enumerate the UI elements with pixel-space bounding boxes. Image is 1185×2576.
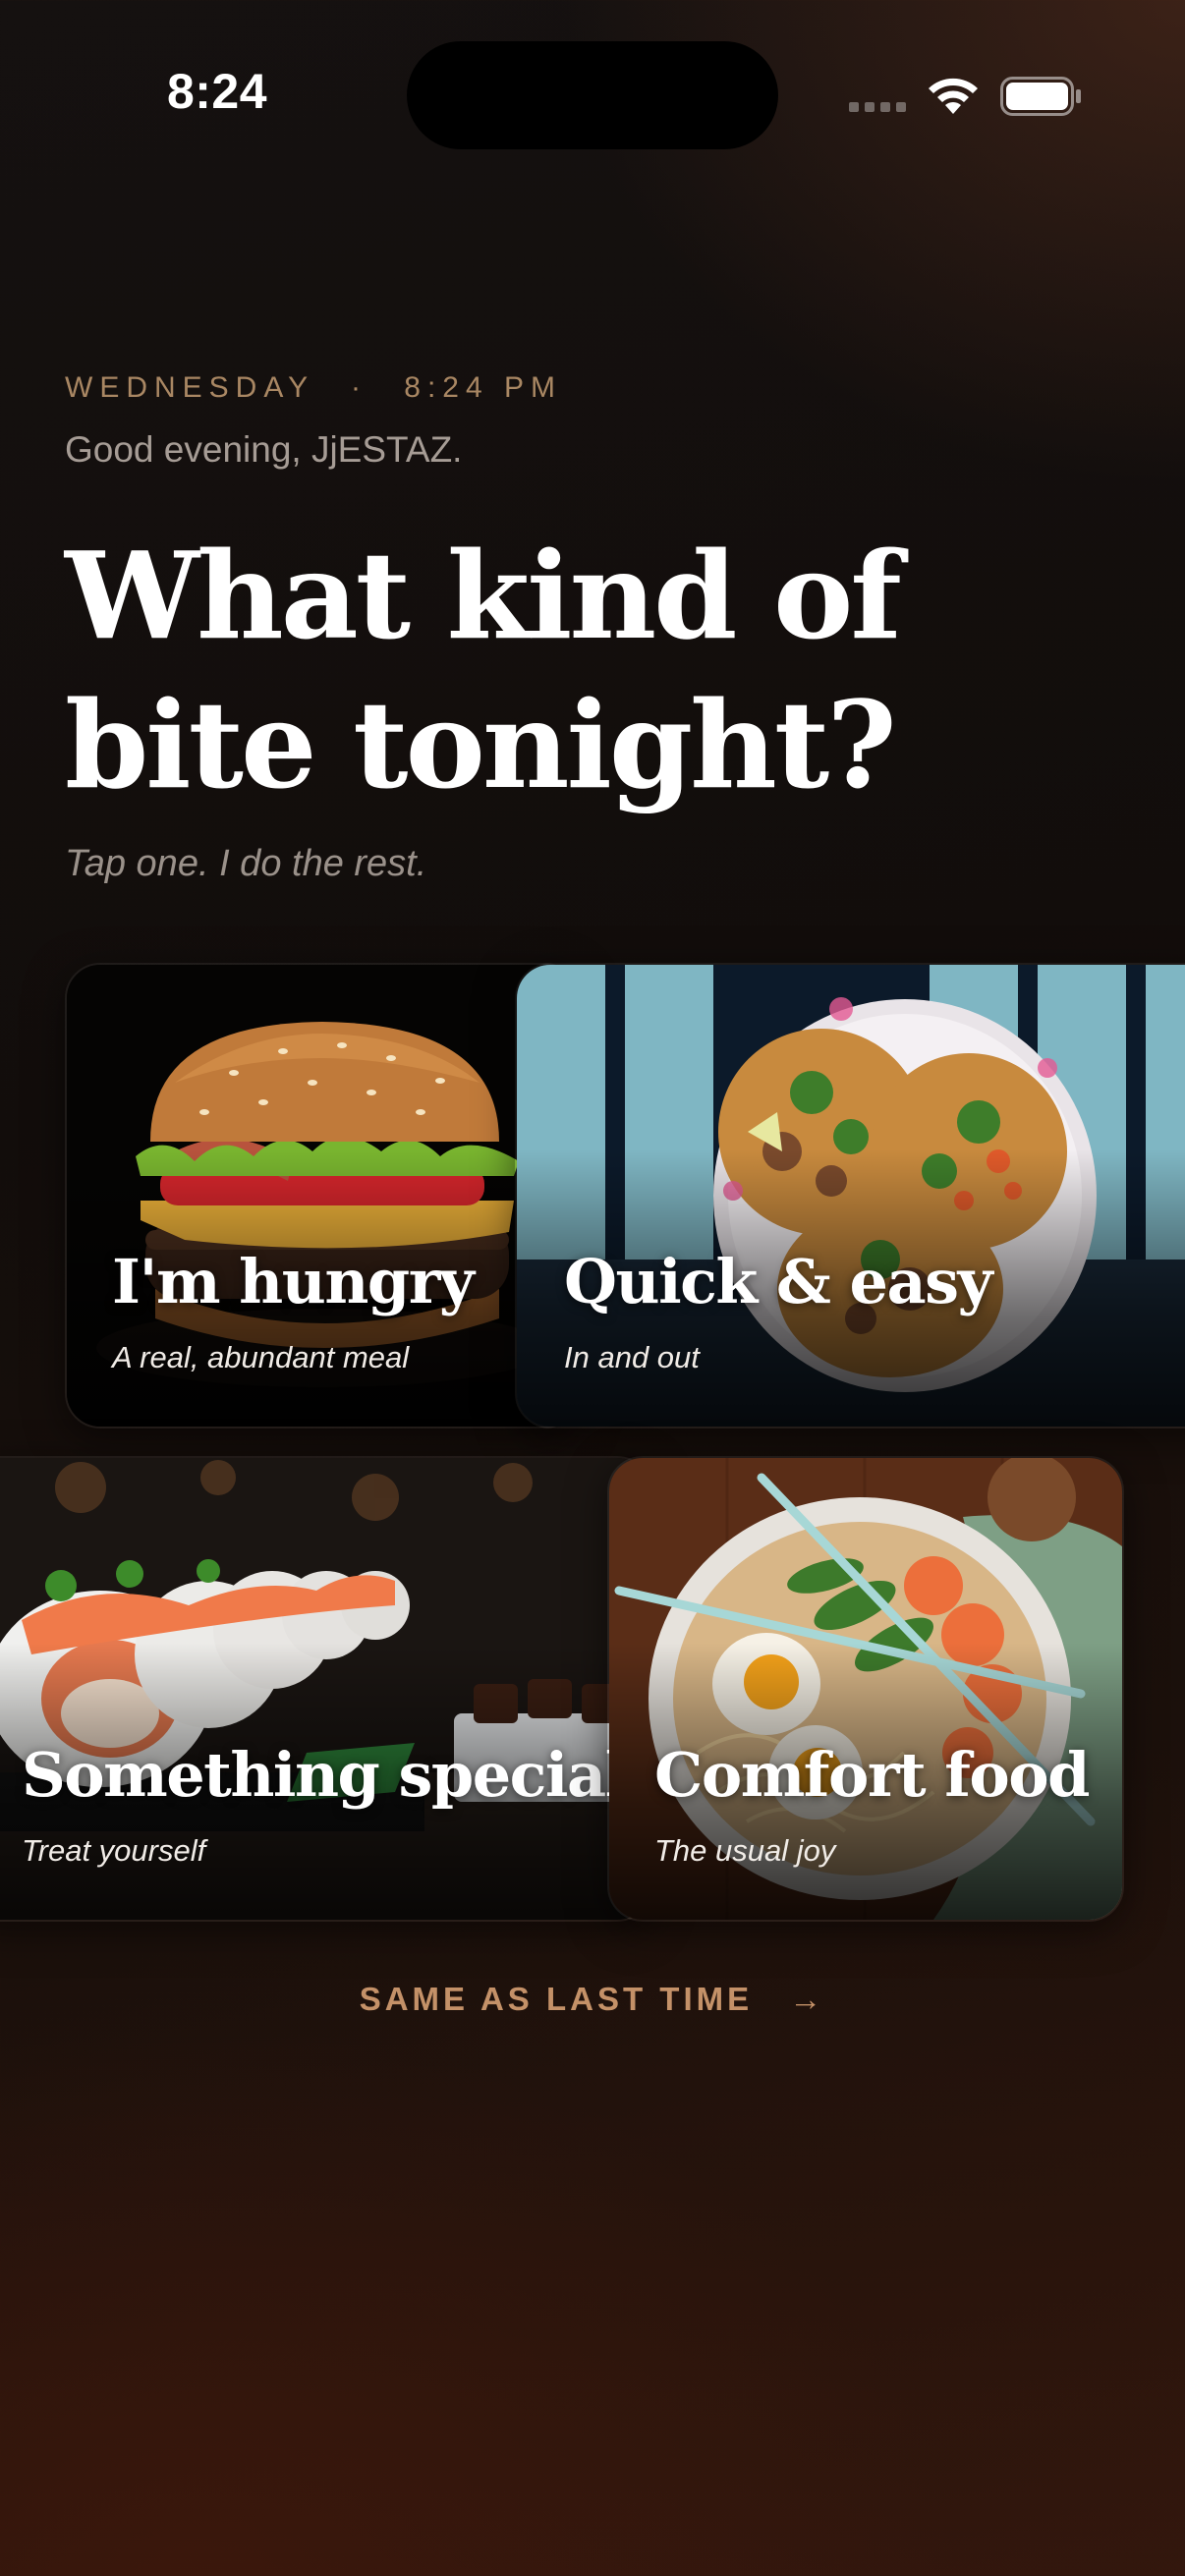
- card-quick-easy[interactable]: Quick & easy In and out: [515, 963, 1185, 1428]
- separator-dot: ·: [350, 371, 367, 404]
- card-title: Something special: [22, 1739, 628, 1811]
- cellular-signal-icon: [849, 102, 906, 114]
- day-label: WEDNESDAY: [65, 371, 314, 404]
- dynamic-island: [407, 41, 778, 149]
- tagline: Tap one. I do the rest.: [65, 843, 427, 884]
- card-im-hungry[interactable]: I'm hungry A real, abundant meal: [65, 963, 580, 1428]
- card-title: Comfort food: [654, 1739, 1090, 1811]
- greeting: Good evening, JjESTAZ.: [65, 429, 463, 470]
- headline: What kind of bite tonight?: [65, 521, 1047, 819]
- battery-icon: [1000, 77, 1081, 116]
- card-subtitle: In and out: [564, 1340, 700, 1374]
- headline-line-2: bite tonight?: [65, 674, 897, 815]
- card-subtitle: A real, abundant meal: [112, 1340, 410, 1374]
- headline-line-1: What kind of: [65, 525, 902, 666]
- card-subtitle: Treat yourself: [22, 1833, 206, 1868]
- card-title: Quick & easy: [564, 1246, 993, 1317]
- same-as-last-time-label: SAME AS LAST TIME: [359, 1981, 754, 2017]
- card-comfort-food[interactable]: Comfort food The usual joy: [607, 1456, 1124, 1922]
- card-something-special[interactable]: Something special Treat yourself: [0, 1456, 652, 1922]
- time-label: 8:24 PM: [404, 371, 563, 404]
- date-time-label: WEDNESDAY · 8:24 PM: [65, 371, 562, 405]
- same-as-last-time-button[interactable]: SAME AS LAST TIME →: [0, 1981, 1185, 2018]
- card-subtitle: The usual joy: [654, 1833, 836, 1868]
- arrow-right-icon: →: [789, 1981, 826, 2017]
- status-time: 8:24: [166, 64, 268, 119]
- wifi-icon: [929, 78, 978, 114]
- card-title: I'm hungry: [112, 1246, 475, 1317]
